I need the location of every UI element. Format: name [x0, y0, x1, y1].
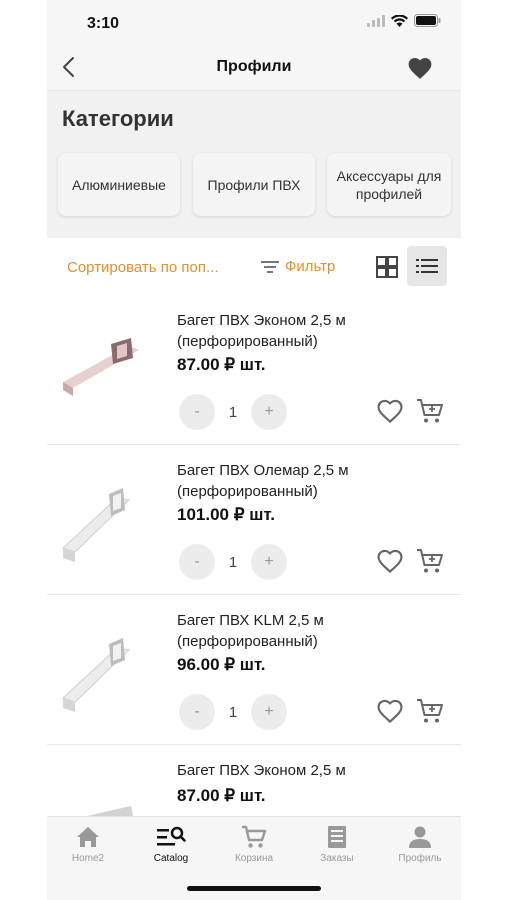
category-accessories[interactable]: Аксессуары для профилей — [327, 153, 451, 216]
decrement-button[interactable]: - — [179, 394, 215, 430]
quantity-stepper: - 1 + — [179, 544, 287, 580]
filter-button[interactable]: Фильтр — [261, 258, 335, 275]
decrement-button[interactable]: - — [179, 544, 215, 580]
heart-outline-icon[interactable] — [375, 698, 405, 724]
tab-label: Catalog — [153, 853, 189, 864]
category-label: Профили ПВХ — [207, 176, 301, 193]
quantity-value: 1 — [228, 403, 238, 421]
tab-label: Заказы — [320, 853, 354, 864]
tab-home[interactable]: Home2 — [47, 825, 129, 864]
tab-profile[interactable]: Профиль — [379, 825, 461, 864]
add-to-cart-icon[interactable] — [415, 396, 445, 426]
product-card[interactable]: Багет ПВХ Олемар 2,5 м (перфорированный)… — [47, 446, 461, 595]
increment-button[interactable]: + — [251, 544, 287, 580]
add-to-cart-icon[interactable] — [415, 546, 445, 576]
list-view-icon — [416, 259, 438, 273]
profile-icon — [409, 826, 431, 848]
orders-icon — [328, 826, 346, 848]
home-icon — [77, 827, 99, 847]
wifi-icon — [391, 14, 408, 27]
category-pvc-profiles[interactable]: Профили ПВХ — [193, 153, 315, 216]
catalog-search-icon — [157, 826, 186, 846]
product-price: 87.00 ₽ шт. — [177, 786, 266, 805]
tab-orders[interactable]: Заказы — [296, 825, 378, 864]
filter-label: Фильтр — [285, 258, 336, 275]
battery-icon — [414, 14, 441, 27]
decrement-button[interactable]: - — [179, 694, 215, 730]
status-icons — [367, 14, 441, 27]
page-title: Профили — [216, 58, 292, 75]
quantity-stepper: - 1 + — [179, 394, 287, 430]
product-card[interactable]: Багет ПВХ Эконом 2,5 м 87.00 ₽ шт. — [47, 746, 461, 816]
product-name: Багет ПВХ Эконом 2,5 м — [177, 762, 346, 779]
increment-button[interactable]: + — [251, 394, 287, 430]
tab-cart[interactable]: Корзина — [213, 825, 295, 864]
favorites-heart-icon[interactable] — [407, 56, 433, 80]
sort-dropdown[interactable]: Сортировать по поп... — [67, 259, 219, 276]
product-name: Багет ПВХ Олемар 2,5 м (перфорированный) — [177, 462, 349, 500]
product-card[interactable]: Багет ПВХ Эконом 2,5 м (перфорированный)… — [47, 296, 461, 445]
status-time: 3:10 — [87, 15, 120, 32]
quantity-stepper: - 1 + — [179, 694, 287, 730]
signal-icon — [367, 14, 385, 27]
phone-screen: 3:10 Профили Категории Алюминиевые Профи… — [47, 0, 461, 900]
product-name: Багет ПВХ KLM 2,5 м (перфорированный) — [177, 612, 324, 650]
tab-label: Home2 — [71, 853, 105, 864]
categories-title: Категории — [62, 106, 174, 131]
add-to-cart-icon[interactable] — [415, 696, 445, 726]
product-name: Багет ПВХ Эконом 2,5 м (перфорированный) — [177, 312, 346, 350]
product-price: 87.00 ₽ шт. — [177, 355, 266, 374]
product-image — [62, 638, 131, 712]
product-price: 101.00 ₽ шт. — [177, 505, 275, 524]
quantity-value: 1 — [228, 703, 238, 721]
product-card[interactable]: Багет ПВХ KLM 2,5 м (перфорированный) 96… — [47, 596, 461, 745]
cart-icon — [242, 825, 267, 848]
category-aluminium[interactable]: Алюминиевые — [58, 153, 180, 216]
product-price: 96.00 ₽ шт. — [177, 655, 266, 674]
sort-filter-bar: Сортировать по поп... Фильтр — [47, 238, 461, 297]
tab-label: Корзина — [234, 853, 274, 864]
category-label: Алюминиевые — [72, 176, 166, 193]
filter-icon — [261, 260, 279, 273]
product-image — [87, 806, 133, 816]
categories-section: Категории Алюминиевые Профили ПВХ Аксесс… — [47, 91, 461, 238]
product-image — [62, 488, 131, 562]
product-list: Багет ПВХ Эконом 2,5 м (перфорированный)… — [47, 296, 461, 816]
product-image — [63, 338, 139, 396]
home-indicator — [187, 886, 321, 891]
status-bar: 3:10 — [47, 0, 461, 44]
tab-label: Профиль — [398, 853, 442, 864]
grid-view-icon[interactable] — [375, 255, 399, 279]
heart-outline-icon[interactable] — [375, 548, 405, 574]
increment-button[interactable]: + — [251, 694, 287, 730]
quantity-value: 1 — [228, 553, 238, 571]
list-view-button[interactable] — [407, 246, 447, 286]
tab-catalog[interactable]: Catalog — [130, 825, 212, 864]
heart-outline-icon[interactable] — [375, 398, 405, 424]
category-label: Аксессуары для профилей — [336, 167, 442, 202]
nav-bar: Профили — [47, 44, 461, 91]
